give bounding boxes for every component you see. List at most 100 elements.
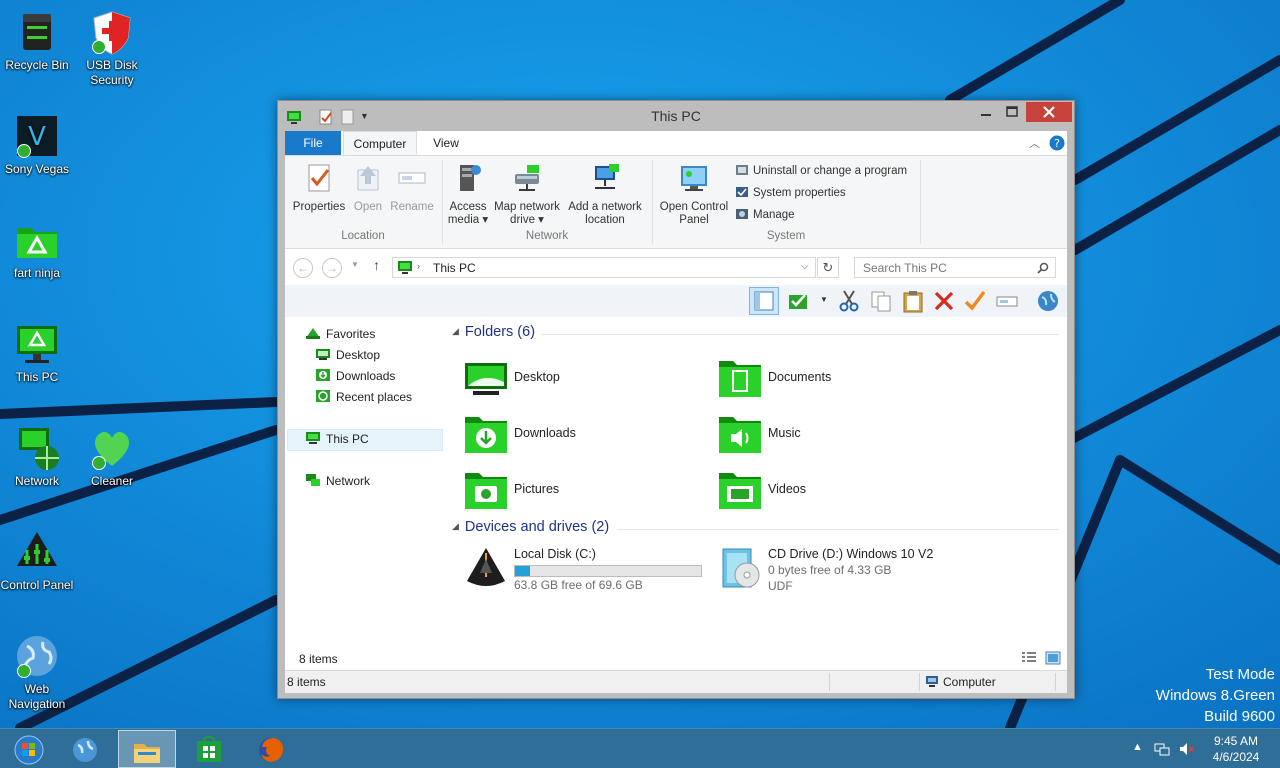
nav-item-recent-places[interactable]: Recent places [315, 387, 412, 407]
search-input[interactable]: Search This PC [863, 261, 947, 275]
folder-item-music[interactable]: Music [717, 413, 957, 461]
window-title: This PC [651, 108, 701, 124]
system-properties-button[interactable]: System properties [735, 184, 846, 202]
back-button[interactable]: ← [293, 258, 313, 278]
shortcut-arrow-icon [17, 144, 31, 158]
open-control-panel-button[interactable]: Open Control Panel [657, 162, 731, 227]
folder-item-pictures[interactable]: Pictures [463, 469, 703, 517]
nav-item-downloads[interactable]: Downloads [315, 366, 395, 386]
watermark-line: Windows 8.Green [1155, 687, 1275, 704]
map-network-drive-button[interactable]: Map network drive ▾ [491, 162, 563, 227]
rename-icon[interactable] [995, 289, 1019, 313]
tab-file[interactable]: File [285, 131, 341, 155]
up-button[interactable]: ↑ [373, 257, 380, 273]
preview-pane-icon[interactable] [749, 287, 779, 315]
address-path: This PC [433, 261, 476, 275]
rename-button[interactable]: Rename [389, 162, 435, 214]
taskbar-store-button[interactable] [180, 730, 238, 768]
volume-muted-icon[interactable] [1178, 741, 1194, 757]
music-folder-icon [719, 417, 761, 453]
folder-item-downloads[interactable]: Downloads [463, 413, 703, 461]
desktop-icon-web-navigation[interactable]: Web Navigation [0, 632, 77, 712]
network-tray-icon[interactable] [1154, 741, 1170, 757]
navigation-pane: Favorites Desktop Downloads Recent place… [285, 317, 445, 657]
checkmark-icon[interactable] [963, 289, 987, 313]
desktop-icon-cleaner[interactable]: Cleaner [72, 424, 152, 489]
videos-folder-icon [719, 473, 761, 509]
paste-icon[interactable] [901, 289, 925, 313]
search-box[interactable]: Search This PC [854, 257, 1056, 278]
nav-item-desktop[interactable]: Desktop [315, 345, 380, 365]
desktop-icon-label: This PC [15, 370, 59, 384]
select-all-icon[interactable] [787, 289, 811, 313]
nav-label: Network [326, 474, 371, 488]
drive-free-space: 0 bytes free of 4.33 GB [768, 563, 892, 577]
forward-button[interactable]: → [322, 258, 342, 278]
minimize-button[interactable] [973, 102, 999, 122]
folder-item-desktop[interactable]: Desktop [463, 357, 703, 405]
taskbar-file-explorer-button[interactable] [118, 730, 176, 768]
system-clock[interactable]: 9:45 AM 4/6/2024 [1200, 733, 1272, 765]
recent-locations-dropdown-icon[interactable]: ▼ [351, 260, 359, 269]
access-media-button[interactable]: Access media ▾ [447, 162, 489, 227]
nav-item-network[interactable]: Network [305, 471, 370, 491]
desktop-icon-control-panel[interactable]: Control Panel [0, 528, 77, 593]
select-dropdown-icon[interactable]: ▼ [820, 295, 828, 304]
globe-icon [73, 738, 97, 762]
folder-item-videos[interactable]: Videos [717, 469, 957, 517]
desktop-icon-fart-ninja[interactable]: fart ninja [0, 216, 77, 281]
globe-icon[interactable] [1036, 289, 1060, 313]
folder-icon [134, 744, 160, 763]
nav-item-this-pc[interactable]: This PC [305, 429, 369, 449]
open-cp-label-2: Panel [679, 214, 709, 226]
manage-button[interactable]: Manage [735, 206, 795, 224]
green-folder-icon [17, 228, 57, 258]
open-button[interactable]: Open [349, 162, 387, 214]
cut-icon[interactable] [837, 289, 861, 313]
start-button[interactable] [0, 730, 58, 768]
explorer-window[interactable]: ▼ This PC File Computer View ︿ ? Propert… [277, 100, 1075, 699]
add-location-label-1: Add a network [568, 201, 642, 213]
add-network-location-button[interactable]: Add a network location [565, 162, 645, 227]
taskbar-firefox-button[interactable] [242, 730, 300, 768]
taskbar-ie-button[interactable] [56, 730, 114, 768]
nav-item-favorites[interactable]: Favorites [305, 324, 375, 344]
large-icons-view-icon[interactable] [1045, 651, 1061, 665]
details-view-icon[interactable] [1021, 651, 1037, 665]
title-bar[interactable]: ▼ This PC [278, 101, 1074, 131]
folder-label: Downloads [514, 426, 576, 440]
toolbar: ▼ [285, 285, 1067, 317]
drive-item-cd-drive[interactable]: CD Drive (D:) Windows 10 V2 0 bytes free… [717, 547, 967, 595]
copy-icon[interactable] [869, 289, 893, 313]
computer-small-icon [926, 676, 938, 687]
tab-computer[interactable]: Computer [343, 131, 417, 155]
address-bar[interactable]: › This PC ⌵ [392, 257, 816, 278]
uninstall-program-button[interactable]: Uninstall or change a program [735, 162, 907, 180]
help-icon[interactable]: ? [1049, 135, 1065, 151]
firefox-icon [259, 738, 284, 762]
search-icon[interactable] [1037, 262, 1049, 274]
desktop-icon-this-pc[interactable]: This PC [0, 320, 77, 385]
delete-icon[interactable] [932, 289, 956, 313]
close-button[interactable] [1026, 102, 1072, 122]
desktop-icon-label: Control Panel [0, 578, 74, 592]
desktop-icon-recycle-bin[interactable]: Recycle Bin [0, 8, 77, 73]
address-dropdown-icon[interactable]: ⌵ [801, 261, 809, 272]
uninstall-icon [736, 165, 748, 175]
drive-item-local-disk[interactable]: Local Disk (C:) 63.8 GB free of 69.6 GB [463, 547, 713, 595]
desktop-icon-usb-disk-security[interactable]: USB Disk Security [72, 8, 152, 88]
collapse-ribbon-icon[interactable]: ︿ [1029, 135, 1040, 151]
desktop-icon-network[interactable]: Network [0, 424, 77, 489]
folders-group-header[interactable]: ◢ Folders (6) [452, 324, 535, 340]
desktop-icon-sony-vegas[interactable]: V Sony Vegas [0, 112, 77, 177]
properties-button[interactable]: Properties [291, 162, 347, 214]
folder-item-documents[interactable]: Documents [717, 357, 957, 405]
maximize-button[interactable] [999, 102, 1025, 122]
status-bar: 8 items Computer [285, 670, 1067, 693]
refresh-button[interactable]: ↻ [817, 257, 839, 278]
downloads-small-icon [316, 369, 330, 381]
drives-group-header[interactable]: ◢ Devices and drives (2) [452, 519, 609, 535]
nav-label: Desktop [336, 348, 381, 362]
show-hidden-icons-button[interactable]: ▲ [1132, 741, 1148, 757]
tab-view[interactable]: View [419, 131, 473, 155]
